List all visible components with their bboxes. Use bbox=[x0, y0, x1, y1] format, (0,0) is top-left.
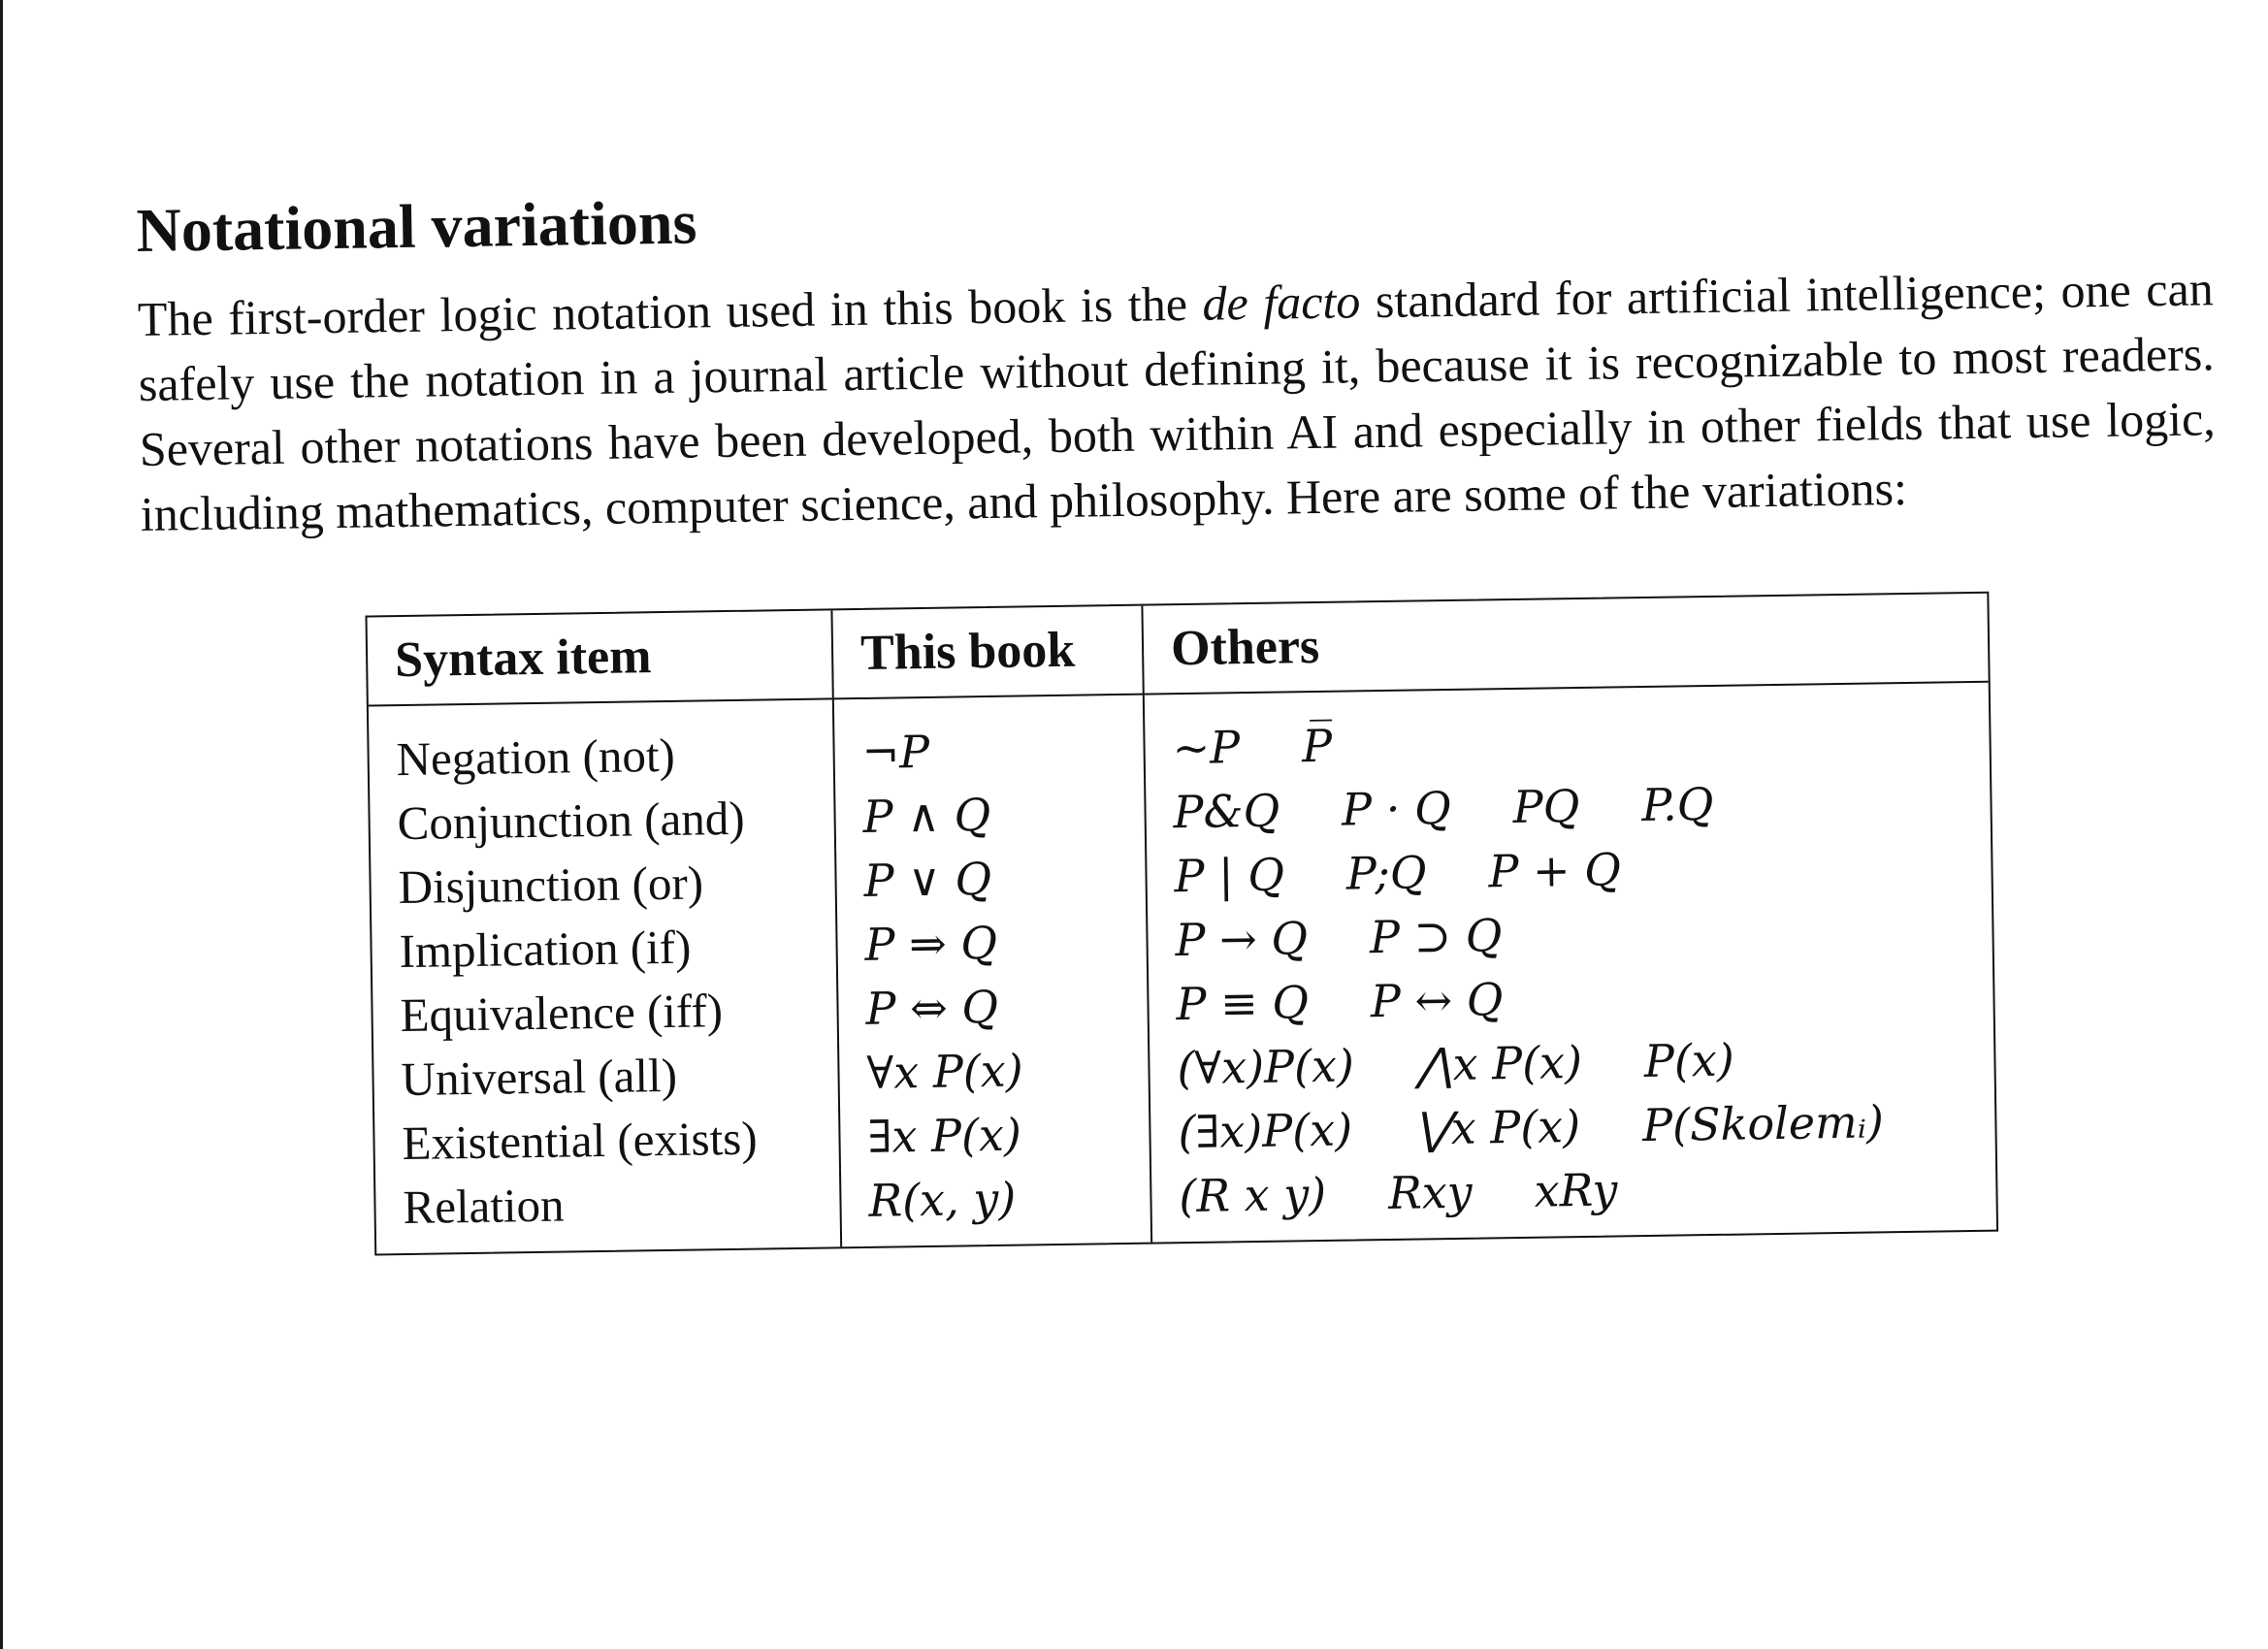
this-book-notation-cell: P ∧ Q bbox=[834, 780, 1147, 850]
alternative-notation: P ⊃ Q bbox=[1369, 909, 1503, 964]
syntax-item-cell: Disjunction (or) bbox=[371, 849, 837, 921]
alternative-notation: (R x y) bbox=[1179, 1167, 1327, 1223]
alternative-notation: xRy bbox=[1534, 1163, 1618, 1217]
intro-paragraph: The first-order logic notation used in t… bbox=[137, 256, 2217, 547]
this-book-notation-cell: ¬P bbox=[832, 694, 1146, 786]
alternative-notation: Rxy bbox=[1387, 1165, 1474, 1219]
this-book-notation-cell: P ⇒ Q bbox=[836, 908, 1149, 978]
alternative-notation: P · Q bbox=[1341, 781, 1452, 836]
this-book-notation-cell: ∀x P(x) bbox=[838, 1036, 1150, 1106]
alternative-notation: P(Skolemᵢ) bbox=[1641, 1095, 1885, 1152]
paragraph-text-start: The first-order logic notation used in t… bbox=[137, 275, 1203, 346]
alternative-notation: P ↔ Q bbox=[1370, 973, 1504, 1028]
alternative-notation: (∀x)P(x) bbox=[1177, 1039, 1355, 1095]
alternative-notation: P + Q bbox=[1488, 843, 1622, 898]
syntax-item-cell: Equivalence (iff) bbox=[373, 977, 839, 1049]
alternative-notation: P.Q bbox=[1640, 777, 1714, 832]
notation-table: Syntax item This book Others Negation (n… bbox=[365, 591, 1999, 1256]
this-book-notation-cell: P ∨ Q bbox=[835, 844, 1148, 914]
syntax-item-cell: Conjunction (and) bbox=[370, 785, 836, 857]
alternative-notation: P | Q bbox=[1174, 848, 1285, 903]
alternative-notation: ⋀x P(x) bbox=[1415, 1035, 1583, 1091]
header-others: Others bbox=[1142, 593, 1989, 695]
other-notations-cell: ~P P̅ bbox=[1144, 682, 1990, 781]
document-page: Notational variations The first-order lo… bbox=[136, 163, 2227, 1259]
alternative-notation: (∃x)P(x) bbox=[1178, 1103, 1353, 1159]
alternative-notation: P&Q bbox=[1173, 784, 1280, 839]
syntax-item-cell: Relation bbox=[375, 1169, 842, 1254]
page-edge bbox=[0, 0, 3, 1649]
alternative-notation: P̅ bbox=[1301, 719, 1333, 773]
section-heading: Notational variations bbox=[136, 187, 697, 265]
syntax-item-cell: Existential (exists) bbox=[374, 1105, 840, 1177]
other-notations-cell: (∃x)P(x) ⋁x P(x) P(Skolemᵢ) bbox=[1150, 1088, 1995, 1165]
alternative-notation: P ≡ Q bbox=[1176, 976, 1310, 1031]
this-book-notation-cell: R(x, y) bbox=[839, 1164, 1152, 1247]
paragraph-emphasis: de facto bbox=[1202, 274, 1361, 331]
this-book-notation-cell: ∃x P(x) bbox=[839, 1100, 1150, 1170]
alternative-notation: P;Q bbox=[1345, 846, 1427, 900]
alternative-notation: PQ bbox=[1512, 779, 1580, 834]
alternative-notation: P → Q bbox=[1175, 912, 1309, 967]
header-this-book: This book bbox=[831, 605, 1144, 699]
alternative-notation: ~P bbox=[1172, 721, 1241, 775]
syntax-item-cell: Negation (not) bbox=[368, 698, 835, 792]
syntax-item-cell: Implication (if) bbox=[372, 913, 838, 985]
alternative-notation: ⋁x P(x) bbox=[1413, 1100, 1581, 1155]
other-notations-cell: (R x y) Rxy xRy bbox=[1150, 1152, 1996, 1243]
this-book-notation-cell: P ⇔ Q bbox=[837, 972, 1150, 1042]
syntax-item-cell: Universal (all) bbox=[373, 1041, 840, 1113]
alternative-notation: P(x) bbox=[1643, 1033, 1735, 1088]
header-syntax-item: Syntax item bbox=[367, 610, 833, 706]
